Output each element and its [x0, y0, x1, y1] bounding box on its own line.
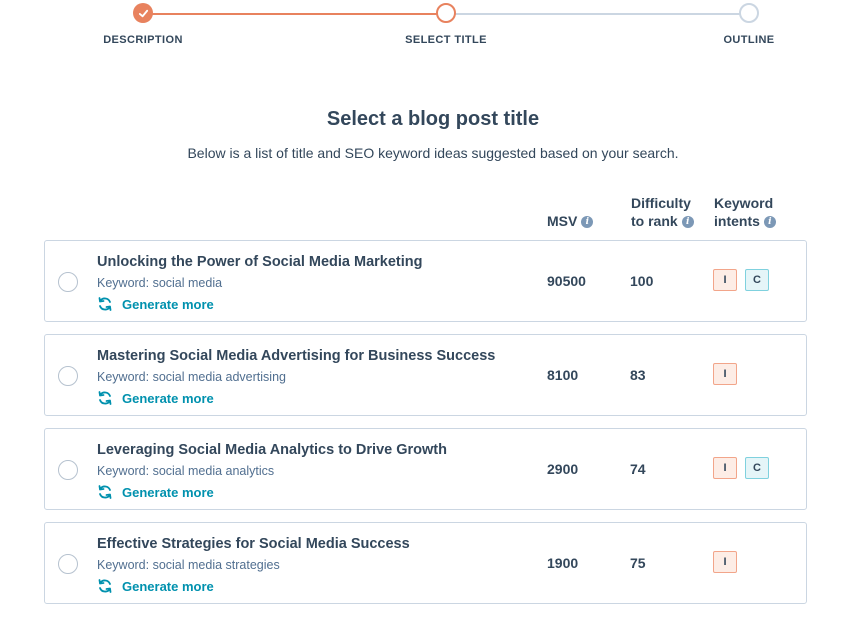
- column-header-intents-line2: intents: [714, 213, 760, 229]
- intent-badge-commercial: C: [745, 457, 769, 479]
- step-label-select-title: SELECT TITLE: [405, 34, 487, 46]
- title-option-row[interactable]: Effective Strategies for Social Media Su…: [44, 522, 807, 604]
- difficulty-value: 100: [630, 273, 654, 289]
- check-icon: [138, 9, 148, 17]
- title-option-row[interactable]: Unlocking the Power of Social Media Mark…: [44, 240, 807, 322]
- title-option-text: Effective Strategies for Social Media Su…: [97, 536, 410, 552]
- difficulty-value: 75: [630, 555, 646, 571]
- intent-badge-informational: I: [713, 363, 737, 385]
- intent-badge-informational: I: [713, 457, 737, 479]
- refresh-icon: [98, 579, 112, 593]
- column-header-keyword-intents: Keyword intents i: [714, 194, 776, 230]
- difficulty-value: 83: [630, 367, 646, 383]
- title-option-keyword: Keyword: social media analytics: [97, 464, 275, 478]
- page-title: Select a blog post title: [326, 108, 540, 130]
- title-option-row[interactable]: Leveraging Social Media Analytics to Dri…: [44, 428, 807, 510]
- info-icon[interactable]: i: [581, 216, 594, 229]
- keyword-intents: I C: [713, 457, 769, 479]
- keyword-intents: I: [713, 363, 737, 385]
- column-header-intents-line1: Keyword: [714, 195, 774, 211]
- generate-more-label[interactable]: Generate more: [122, 579, 214, 594]
- progress-stepper: DESCRIPTION SELECT TITLE OUTLINE: [0, 0, 866, 60]
- step-label-outline: OUTLINE: [723, 34, 775, 46]
- column-header-msv-label: MSV: [547, 213, 578, 229]
- title-option-keyword: Keyword: social media: [97, 276, 223, 290]
- title-option-text: Mastering Social Media Advertising for B…: [97, 348, 496, 364]
- step-outline-dot: [739, 3, 759, 23]
- generate-more-link[interactable]: Generate more: [97, 484, 214, 500]
- title-option-row[interactable]: Mastering Social Media Advertising for B…: [44, 334, 807, 416]
- step-select-title-dot: [436, 3, 456, 23]
- refresh-icon: [98, 297, 112, 311]
- column-header-difficulty-line2: to rank: [631, 213, 678, 229]
- refresh-icon: [98, 485, 112, 499]
- step-label-description[interactable]: DESCRIPTION: [103, 34, 183, 46]
- generate-more-link[interactable]: Generate more: [97, 296, 214, 312]
- msv-value: 8100: [547, 367, 579, 383]
- intent-badge-informational: I: [713, 269, 737, 291]
- column-header-difficulty-line1: Difficulty: [631, 195, 691, 211]
- info-icon[interactable]: i: [763, 216, 776, 229]
- keyword-intents: I C: [713, 269, 769, 291]
- stepper-line-pending: [446, 13, 749, 15]
- generate-more-link[interactable]: Generate more: [97, 578, 214, 594]
- info-icon[interactable]: i: [681, 216, 694, 229]
- column-header-msv: MSV i: [547, 212, 594, 230]
- title-radio-button[interactable]: [58, 554, 78, 574]
- generate-more-label[interactable]: Generate more: [122, 391, 214, 406]
- msv-value: 2900: [547, 461, 579, 477]
- msv-value: 90500: [547, 273, 586, 289]
- page-subtitle: Below is a list of title and SEO keyword…: [187, 145, 679, 161]
- title-radio-button[interactable]: [58, 460, 78, 480]
- difficulty-value: 74: [630, 461, 646, 477]
- generate-more-label[interactable]: Generate more: [122, 297, 214, 312]
- title-option-keyword: Keyword: social media advertising: [97, 370, 286, 384]
- title-radio-button[interactable]: [58, 366, 78, 386]
- refresh-icon: [98, 391, 112, 405]
- generate-more-link[interactable]: Generate more: [97, 390, 214, 406]
- title-radio-button[interactable]: [58, 272, 78, 292]
- title-option-text: Unlocking the Power of Social Media Mark…: [97, 254, 423, 270]
- title-option-text: Leveraging Social Media Analytics to Dri…: [97, 442, 447, 458]
- stepper-line-completed: [143, 13, 446, 15]
- msv-value: 1900: [547, 555, 579, 571]
- keyword-intents: I: [713, 551, 737, 573]
- intent-badge-informational: I: [713, 551, 737, 573]
- step-description-dot[interactable]: [133, 3, 153, 23]
- generate-more-label[interactable]: Generate more: [122, 485, 214, 500]
- intent-badge-commercial: C: [745, 269, 769, 291]
- column-header-difficulty: Difficulty to rank i: [631, 194, 694, 230]
- title-option-keyword: Keyword: social media strategies: [97, 558, 280, 572]
